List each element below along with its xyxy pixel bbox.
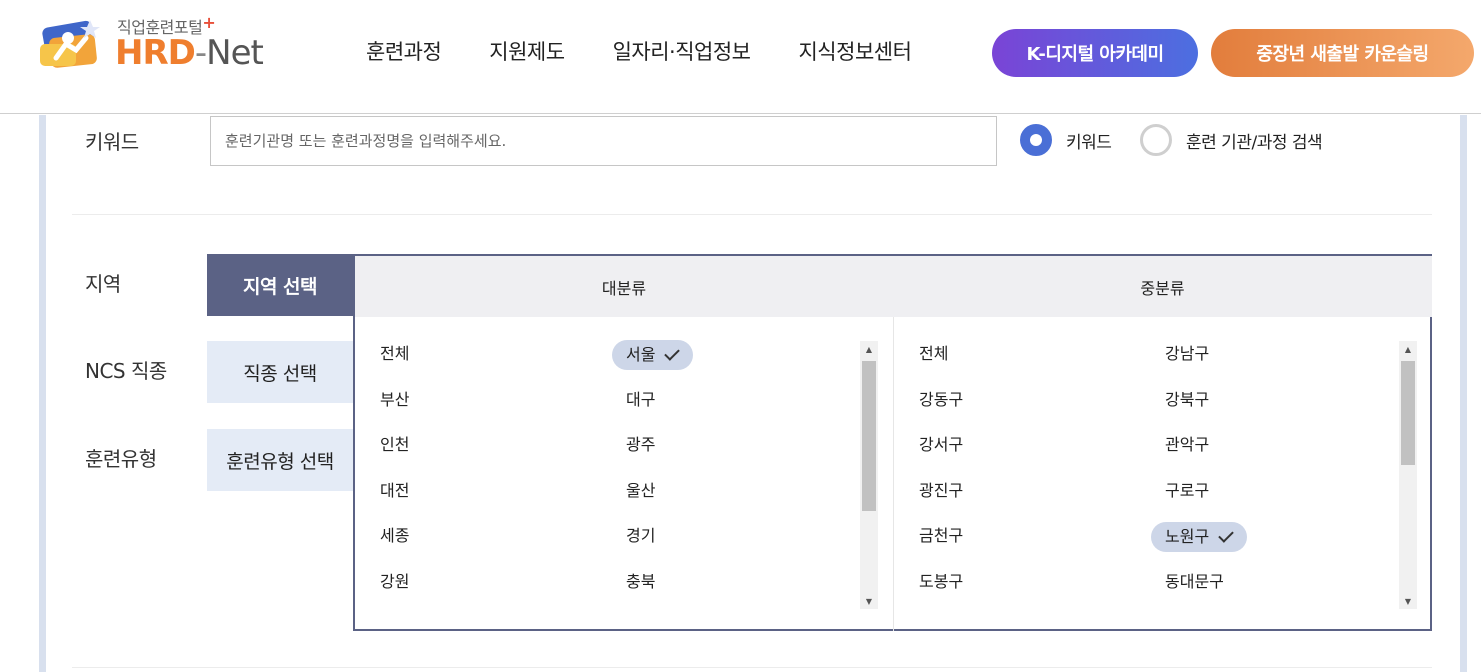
scroll-thumb[interactable] [1401,361,1415,465]
middle-category-header: 중분류 [893,256,1432,317]
midlife-counseling-button[interactable]: 중장년 새출발 카운슬링 [1211,29,1474,77]
scroll-up-arrow-icon[interactable]: ▲ [860,341,878,357]
nav-knowledge-center[interactable]: 지식정보센터 [798,36,911,66]
tab-ncs-select[interactable]: 직종 선택 [207,341,353,403]
list-item[interactable]: 관악구 [1165,430,1209,460]
hrd-net-logo[interactable]: 직업훈련포털+ HRD-Net [38,12,288,73]
scroll-down-arrow-icon[interactable]: ▼ [860,593,878,609]
radio-keyword-label: 키워드 [1066,132,1112,153]
checkmark-icon [1218,526,1234,543]
region-select-panel: 대분류 중분류 전체 서울 부산 대구 인천 광주 대전 울산 세종 경기 강원… [353,254,1432,631]
nav-job-info[interactable]: 일자리·직업정보 [613,36,751,66]
major-list-scrollbar[interactable]: ▲ ▼ [860,341,878,609]
scroll-thumb[interactable] [862,361,876,511]
radio-keyword[interactable]: 키워드 [1020,124,1112,156]
list-item[interactable]: 경기 [626,521,655,551]
list-item[interactable]: 부산 [380,385,409,415]
major-category-list[interactable]: 전체 서울 부산 대구 인천 광주 대전 울산 세종 경기 강원 충북 ▲ ▼ [355,317,893,631]
scroll-up-arrow-icon[interactable]: ▲ [1399,341,1417,357]
logo-brand: HRD-Net [115,33,264,73]
list-item[interactable]: 대전 [380,476,409,506]
list-item[interactable]: 동대문구 [1165,567,1224,597]
radio-unselected-icon [1140,124,1172,156]
middle-category-list[interactable]: 전체 강남구 강동구 강북구 강서구 관악구 광진구 구로구 금천구 노원구 도… [894,317,1432,631]
list-item[interactable]: 전체 [380,339,409,369]
list-item[interactable]: 강서구 [919,430,963,460]
list-item[interactable]: 충북 [626,567,655,597]
checkmark-icon [664,344,681,361]
middle-list-scrollbar[interactable]: ▲ ▼ [1399,341,1417,609]
list-item-label: 노원구 [1165,527,1210,546]
scroll-down-arrow-icon[interactable]: ▼ [1399,593,1417,609]
logo-mark-icon [40,20,100,68]
list-item[interactable]: 광주 [626,430,655,460]
list-item-selected[interactable]: 서울 [612,340,694,370]
keyword-label: 키워드 [85,130,139,154]
radio-selected-icon [1020,124,1052,156]
ncs-label: NCS 직종 [85,359,167,383]
radio-institution-course-label: 훈련 기관/과정 검색 [1186,132,1323,153]
list-item-label: 서울 [626,345,656,364]
list-item[interactable]: 강동구 [919,385,963,415]
list-item[interactable]: 강원 [380,567,409,597]
list-item[interactable]: 세종 [380,521,409,551]
tab-region-select[interactable]: 지역 선택 [207,254,353,316]
radio-institution-course[interactable]: 훈련 기관/과정 검색 [1140,124,1323,156]
list-item[interactable]: 금천구 [919,521,963,551]
major-category-header: 대분류 [355,256,893,317]
site-header: 직업훈련포털+ HRD-Net 훈련과정 지원제도 일자리·직업정보 지식정보센… [0,0,1481,114]
list-item[interactable]: 강남구 [1165,339,1209,369]
training-type-label: 훈련유형 [85,447,157,471]
region-label: 지역 [85,272,121,296]
section-divider [72,667,1432,668]
nav-support-system[interactable]: 지원제도 [489,36,565,66]
list-item[interactable]: 전체 [919,339,948,369]
list-item[interactable]: 대구 [626,385,655,415]
tab-training-type-select[interactable]: 훈련유형 선택 [207,429,353,491]
list-item[interactable]: 광진구 [919,476,963,506]
nav-training-courses[interactable]: 훈련과정 [366,36,442,66]
section-divider [72,214,1432,215]
list-item[interactable]: 강북구 [1165,385,1209,415]
list-item-selected[interactable]: 노원구 [1151,522,1248,552]
list-item[interactable]: 구로구 [1165,476,1209,506]
keyword-search-input[interactable] [210,116,997,166]
main-nav: 훈련과정 지원제도 일자리·직업정보 지식정보센터 [366,36,912,66]
list-item[interactable]: 인천 [380,430,409,460]
list-item[interactable]: 도봉구 [919,567,963,597]
k-digital-academy-button[interactable]: K-디지털 아카데미 [992,29,1198,77]
list-item[interactable]: 울산 [626,476,655,506]
